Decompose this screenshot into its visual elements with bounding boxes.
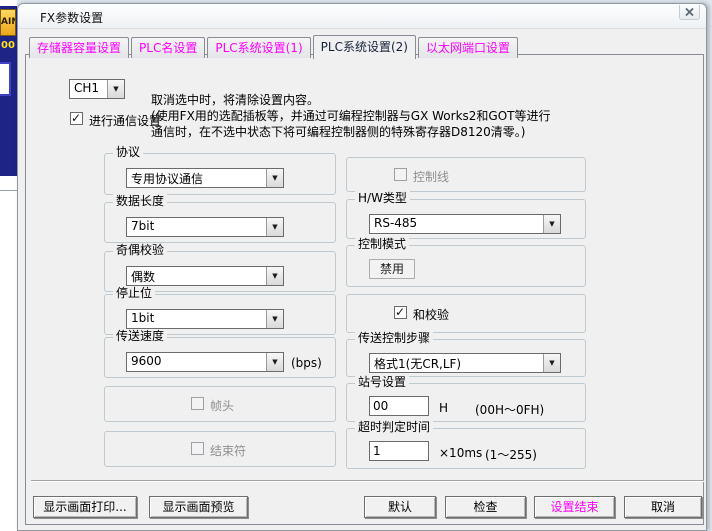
hw-type-dropdown-button[interactable]: ▼ xyxy=(543,215,560,233)
parity-value: 偶数 xyxy=(127,267,266,285)
group-stop-bit-label: 停止位 xyxy=(113,286,155,301)
tab-plc-system-2[interactable]: PLC系统设置(2) xyxy=(313,35,416,59)
check-icon: ✓ xyxy=(71,111,81,125)
chevron-down-icon: ▼ xyxy=(549,221,554,228)
terminator-checkbox-label: 结束符 xyxy=(210,442,246,459)
check-button[interactable]: 检查 xyxy=(445,496,526,518)
timeout-unit-label: ×10ms xyxy=(439,446,482,460)
description-text: 取消选中时，将清除设置内容。 (使用FX用的选配插板等，并通过可编程控制器与GX… xyxy=(151,92,621,140)
fx-parameter-dialog: FX参数设置 存储器容量设置 PLC名设置 PLC系统设置(1) PLC系统设置… xyxy=(17,3,707,531)
station-number-unit-label: H xyxy=(439,401,448,415)
protocol-value: 专用协议通信 xyxy=(127,169,266,187)
data-length-value: 7bit xyxy=(127,218,266,236)
background-divider xyxy=(0,190,17,191)
channel-dropdown-button[interactable]: ▼ xyxy=(107,80,124,98)
group-station-number-label: 站号设置 xyxy=(355,375,409,390)
control-mode-value: 禁用 xyxy=(369,259,415,279)
group-sum-check xyxy=(346,294,586,333)
tab-memory-capacity[interactable]: 存储器容量设置 xyxy=(29,37,129,58)
control-line-checkbox-label: 控制线 xyxy=(413,168,449,185)
description-line-3: 通信时，在不选中状态下将可编程控制器侧的特殊寄存器D8120清零。) xyxy=(151,124,621,140)
chevron-down-icon: ▼ xyxy=(272,316,277,323)
default-button[interactable]: 默认 xyxy=(364,496,436,518)
description-line-1: 取消选中时，将清除设置内容。 xyxy=(151,92,621,108)
chevron-down-icon: ▼ xyxy=(113,86,118,93)
separator xyxy=(31,480,704,482)
chevron-down-icon: ▼ xyxy=(272,359,277,366)
background-partial-text: 00 xyxy=(1,40,17,51)
group-control-mode-label: 控制模式 xyxy=(355,237,409,252)
timeout-input[interactable] xyxy=(369,441,429,461)
data-length-select[interactable]: 7bit ▼ xyxy=(126,217,284,237)
group-baud-rate-label: 传送速度 xyxy=(113,329,167,344)
tab-ethernet-port[interactable]: 以太网端口设置 xyxy=(418,37,518,58)
protocol-select[interactable]: 专用协议通信 ▼ xyxy=(126,168,284,188)
comm-setting-checkbox[interactable]: ✓ xyxy=(70,112,83,125)
screen-print-button[interactable]: 显示画面打印... xyxy=(33,496,137,518)
station-number-range-label: (00H～0FH) xyxy=(475,401,544,418)
station-number-input[interactable] xyxy=(369,396,429,416)
cancel-button[interactable]: 取消 xyxy=(624,496,702,518)
end-setup-button[interactable]: 设置结束 xyxy=(534,496,615,518)
screen-preview-button[interactable]: 显示画面预览 xyxy=(149,496,248,518)
screenshot-root: AIN 00 FX参数设置 存储器容量设置 PLC名设置 PLC系统设置(1) … xyxy=(0,0,712,531)
tab-bar: 存储器容量设置 PLC名设置 PLC系统设置(1) PLC系统设置(2) 以太网… xyxy=(29,34,520,58)
parity-select[interactable]: 偶数 ▼ xyxy=(126,266,284,286)
header-checkbox-label: 帧头 xyxy=(210,397,234,414)
chevron-down-icon: ▼ xyxy=(549,360,554,367)
transmission-control-select[interactable]: 格式1(无CR,LF) ▼ xyxy=(369,353,561,373)
hw-type-select[interactable]: RS-485 ▼ xyxy=(369,214,561,234)
sum-check-checkbox[interactable]: ✓ xyxy=(394,306,407,319)
background-label-badge: AIN xyxy=(0,9,16,36)
terminator-checkbox xyxy=(191,442,204,455)
group-timeout-label: 超时判定时间 xyxy=(355,420,433,435)
chevron-down-icon: ▼ xyxy=(272,273,277,280)
channel-select[interactable]: CH1 ▼ xyxy=(69,79,125,99)
protocol-dropdown-button[interactable]: ▼ xyxy=(266,169,283,187)
timeout-range-label: (1～255) xyxy=(485,446,537,463)
group-protocol-label: 协议 xyxy=(113,145,143,160)
data-length-dropdown-button[interactable]: ▼ xyxy=(266,218,283,236)
dialog-title: FX参数设置 xyxy=(40,9,103,26)
tab-plc-name[interactable]: PLC名设置 xyxy=(131,37,205,58)
transmission-control-dropdown-button[interactable]: ▼ xyxy=(543,354,560,372)
close-button[interactable] xyxy=(679,5,700,20)
chevron-down-icon: ▼ xyxy=(272,175,277,182)
header-checkbox xyxy=(191,397,204,410)
chevron-down-icon: ▼ xyxy=(272,224,277,231)
background-white-box xyxy=(0,62,11,96)
tab-plc-system-1[interactable]: PLC系统设置(1) xyxy=(207,37,310,58)
sum-check-label[interactable]: 和校验 xyxy=(413,306,449,323)
close-icon xyxy=(685,8,694,16)
group-transmission-control-label: 传送控制步骤 xyxy=(355,331,433,346)
control-line-checkbox xyxy=(394,168,407,181)
baud-rate-dropdown-button[interactable]: ▼ xyxy=(266,353,283,371)
stop-bit-dropdown-button[interactable]: ▼ xyxy=(266,310,283,328)
stop-bit-value: 1bit xyxy=(127,310,266,328)
description-line-2: (使用FX用的选配插板等，并通过可编程控制器与GX Works2和GOT等进行 xyxy=(151,108,621,124)
baud-rate-unit-label: (bps) xyxy=(291,356,322,370)
stop-bit-select[interactable]: 1bit ▼ xyxy=(126,309,284,329)
channel-value: CH1 xyxy=(70,80,107,98)
hw-type-value: RS-485 xyxy=(370,215,543,233)
parity-dropdown-button[interactable]: ▼ xyxy=(266,267,283,285)
background-window: AIN 00 xyxy=(0,0,17,531)
baud-rate-value: 9600 xyxy=(127,353,266,371)
group-parity-label: 奇偶校验 xyxy=(113,243,167,258)
check-icon: ✓ xyxy=(395,305,405,319)
group-control-line xyxy=(346,157,586,192)
transmission-control-value: 格式1(无CR,LF) xyxy=(370,354,543,372)
baud-rate-select[interactable]: 9600 ▼ xyxy=(126,352,284,372)
group-hw-type-label: H/W类型 xyxy=(355,191,410,206)
dialog-title-bar[interactable]: FX参数设置 xyxy=(18,4,706,29)
group-data-length-label: 数据长度 xyxy=(113,194,167,209)
